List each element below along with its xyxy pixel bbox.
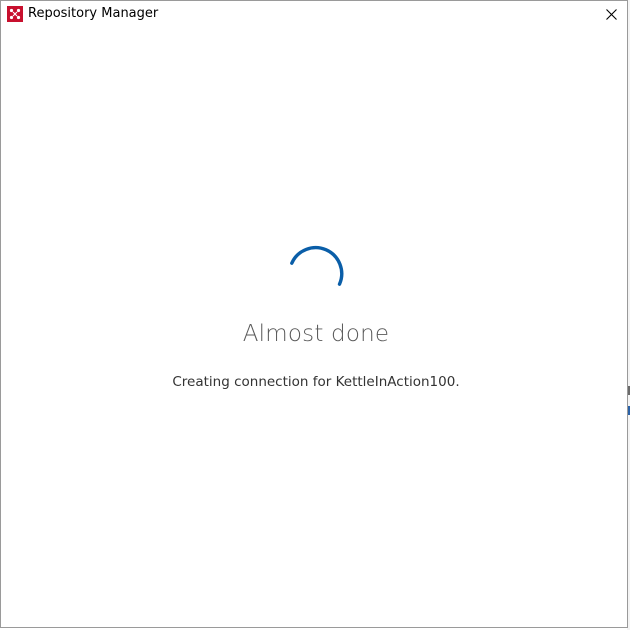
loading-headline: Almost done [242,321,390,347]
loading-panel: Almost done Creating connection for Kett… [1,29,627,627]
loading-spinner-icon [290,245,344,286]
close-button[interactable] [595,1,627,29]
pentaho-spoon-icon [7,6,23,22]
title-bar[interactable]: Repository Manager [1,1,627,29]
repository-manager-dialog: Repository Manager Almost done Creating … [0,0,628,628]
loading-status-text: Creating connection for KettleInAction10… [172,374,460,390]
close-icon [606,9,617,20]
window-title: Repository Manager [28,6,159,21]
